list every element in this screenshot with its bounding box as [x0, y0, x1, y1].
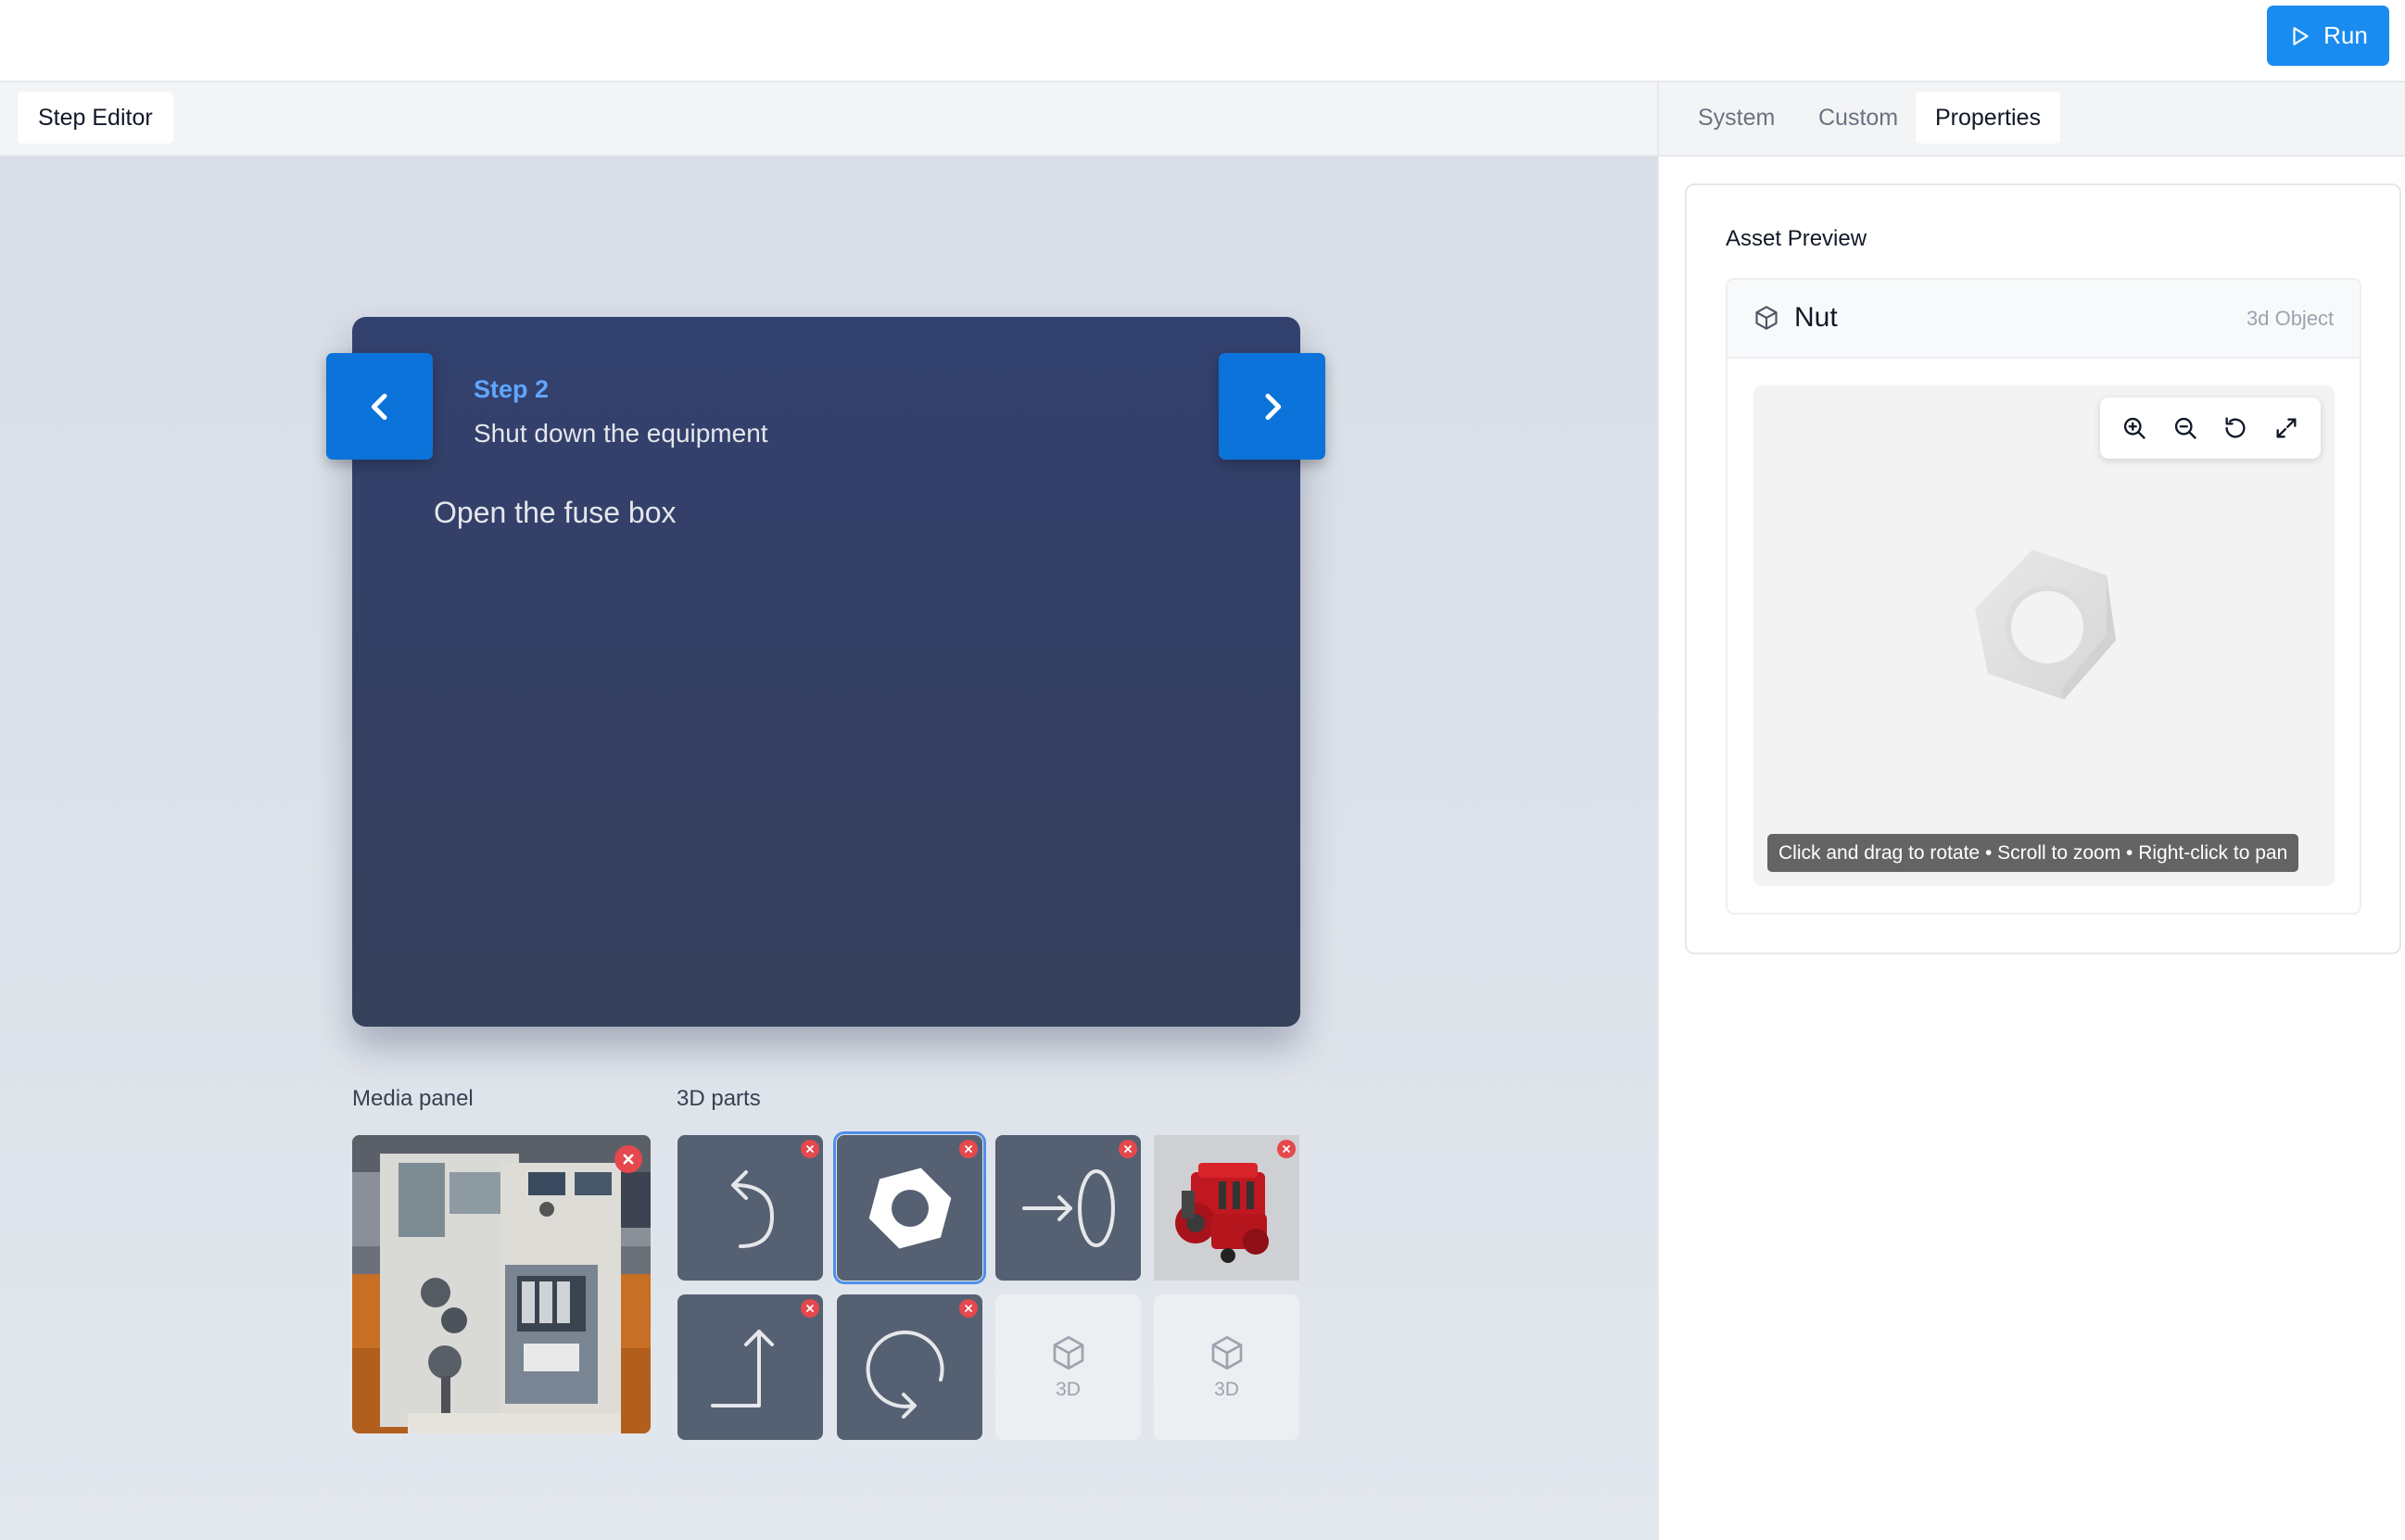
- part-tile-up-arrow[interactable]: [677, 1294, 823, 1440]
- zoom-in-button[interactable]: [2120, 414, 2148, 442]
- close-icon: [1283, 1145, 1290, 1153]
- step-number: Step 2: [474, 375, 550, 403]
- close-icon: [1124, 1145, 1132, 1153]
- tab-properties[interactable]: Properties: [1916, 92, 2060, 144]
- fullscreen-icon: [2276, 418, 2297, 438]
- viewer-hint: Click and drag to rotate • Scroll to zoo…: [1767, 834, 2299, 872]
- part-tile-arrow-ring[interactable]: [995, 1135, 1141, 1281]
- close-icon: [806, 1305, 814, 1312]
- cube-icon: [1053, 1335, 1083, 1370]
- play-icon: [2293, 26, 2309, 45]
- engine-thumbnail: [1154, 1135, 1299, 1281]
- editor-header: Step Editor: [0, 82, 1657, 157]
- part-tile-return-arrow[interactable]: [677, 1135, 823, 1281]
- rotate-loop-icon: [866, 1330, 944, 1419]
- step-instruction[interactable]: Open the fuse box: [434, 496, 677, 530]
- arrow-up-turn-icon: [710, 1329, 774, 1407]
- part-tile-label: 3D: [1056, 1378, 1081, 1400]
- top-toolbar: Run: [0, 0, 2405, 82]
- media-panel-label: Media panel: [352, 1086, 474, 1111]
- arrow-into-ring-icon: [1021, 1168, 1115, 1247]
- step-title[interactable]: Shut down the equipment: [474, 419, 768, 448]
- remove-part-button[interactable]: [959, 1299, 978, 1318]
- close-icon: [806, 1145, 814, 1153]
- run-button-label: Run: [2323, 21, 2368, 49]
- media-thumbnail[interactable]: [352, 1135, 651, 1433]
- part-tile-3d-placeholder[interactable]: 3D: [1154, 1294, 1299, 1440]
- previous-step-button[interactable]: [326, 353, 433, 460]
- part-tile-engine[interactable]: [1154, 1135, 1299, 1281]
- reset-rotation-icon: [2225, 417, 2246, 438]
- nut-3d-model: [1975, 549, 2116, 700]
- remove-media-button[interactable]: [614, 1145, 642, 1173]
- remove-part-button[interactable]: [801, 1299, 819, 1318]
- remove-part-button[interactable]: [1277, 1140, 1296, 1158]
- chevron-left-icon: [371, 393, 386, 420]
- zoom-out-icon: [2174, 417, 2196, 439]
- equipment-photo: [352, 1135, 651, 1433]
- zoom-out-button[interactable]: [2171, 414, 2199, 442]
- asset-type: 3d Object: [2247, 307, 2335, 330]
- tab-step-editor[interactable]: Step Editor: [18, 92, 173, 144]
- run-button[interactable]: Run: [2267, 6, 2389, 66]
- 3d-parts-label: 3D parts: [677, 1086, 761, 1111]
- close-icon: [623, 1154, 634, 1165]
- tab-system[interactable]: System: [1678, 92, 1794, 144]
- part-tile-label: 3D: [1214, 1378, 1239, 1400]
- properties-panel-header: System Custom Properties: [1659, 82, 2405, 157]
- chevron-right-icon: [1265, 393, 1281, 420]
- cube-icon: [1755, 306, 1778, 330]
- remove-part-button[interactable]: [801, 1140, 819, 1158]
- cube-icon: [1211, 1335, 1242, 1370]
- remove-part-button[interactable]: [959, 1140, 978, 1158]
- viewer-toolbar: [2100, 398, 2321, 459]
- hex-nut-icon: [868, 1168, 951, 1248]
- part-tile-nut[interactable]: [833, 1131, 986, 1284]
- asset-preview-title: Asset Preview: [1726, 226, 1867, 251]
- arrow-return-icon: [730, 1169, 774, 1248]
- asset-name: Nut: [1794, 302, 1838, 333]
- close-icon: [965, 1145, 972, 1153]
- tab-custom[interactable]: Custom: [1799, 92, 1918, 144]
- part-tile-3d-placeholder[interactable]: 3D: [995, 1294, 1141, 1440]
- part-tile-rotate[interactable]: [837, 1294, 982, 1440]
- remove-part-button[interactable]: [1119, 1140, 1137, 1158]
- fullscreen-button[interactable]: [2272, 414, 2300, 442]
- next-step-button[interactable]: [1219, 353, 1325, 460]
- zoom-in-icon: [2124, 417, 2146, 439]
- reset-rotation-button[interactable]: [2221, 414, 2249, 442]
- close-icon: [965, 1305, 972, 1312]
